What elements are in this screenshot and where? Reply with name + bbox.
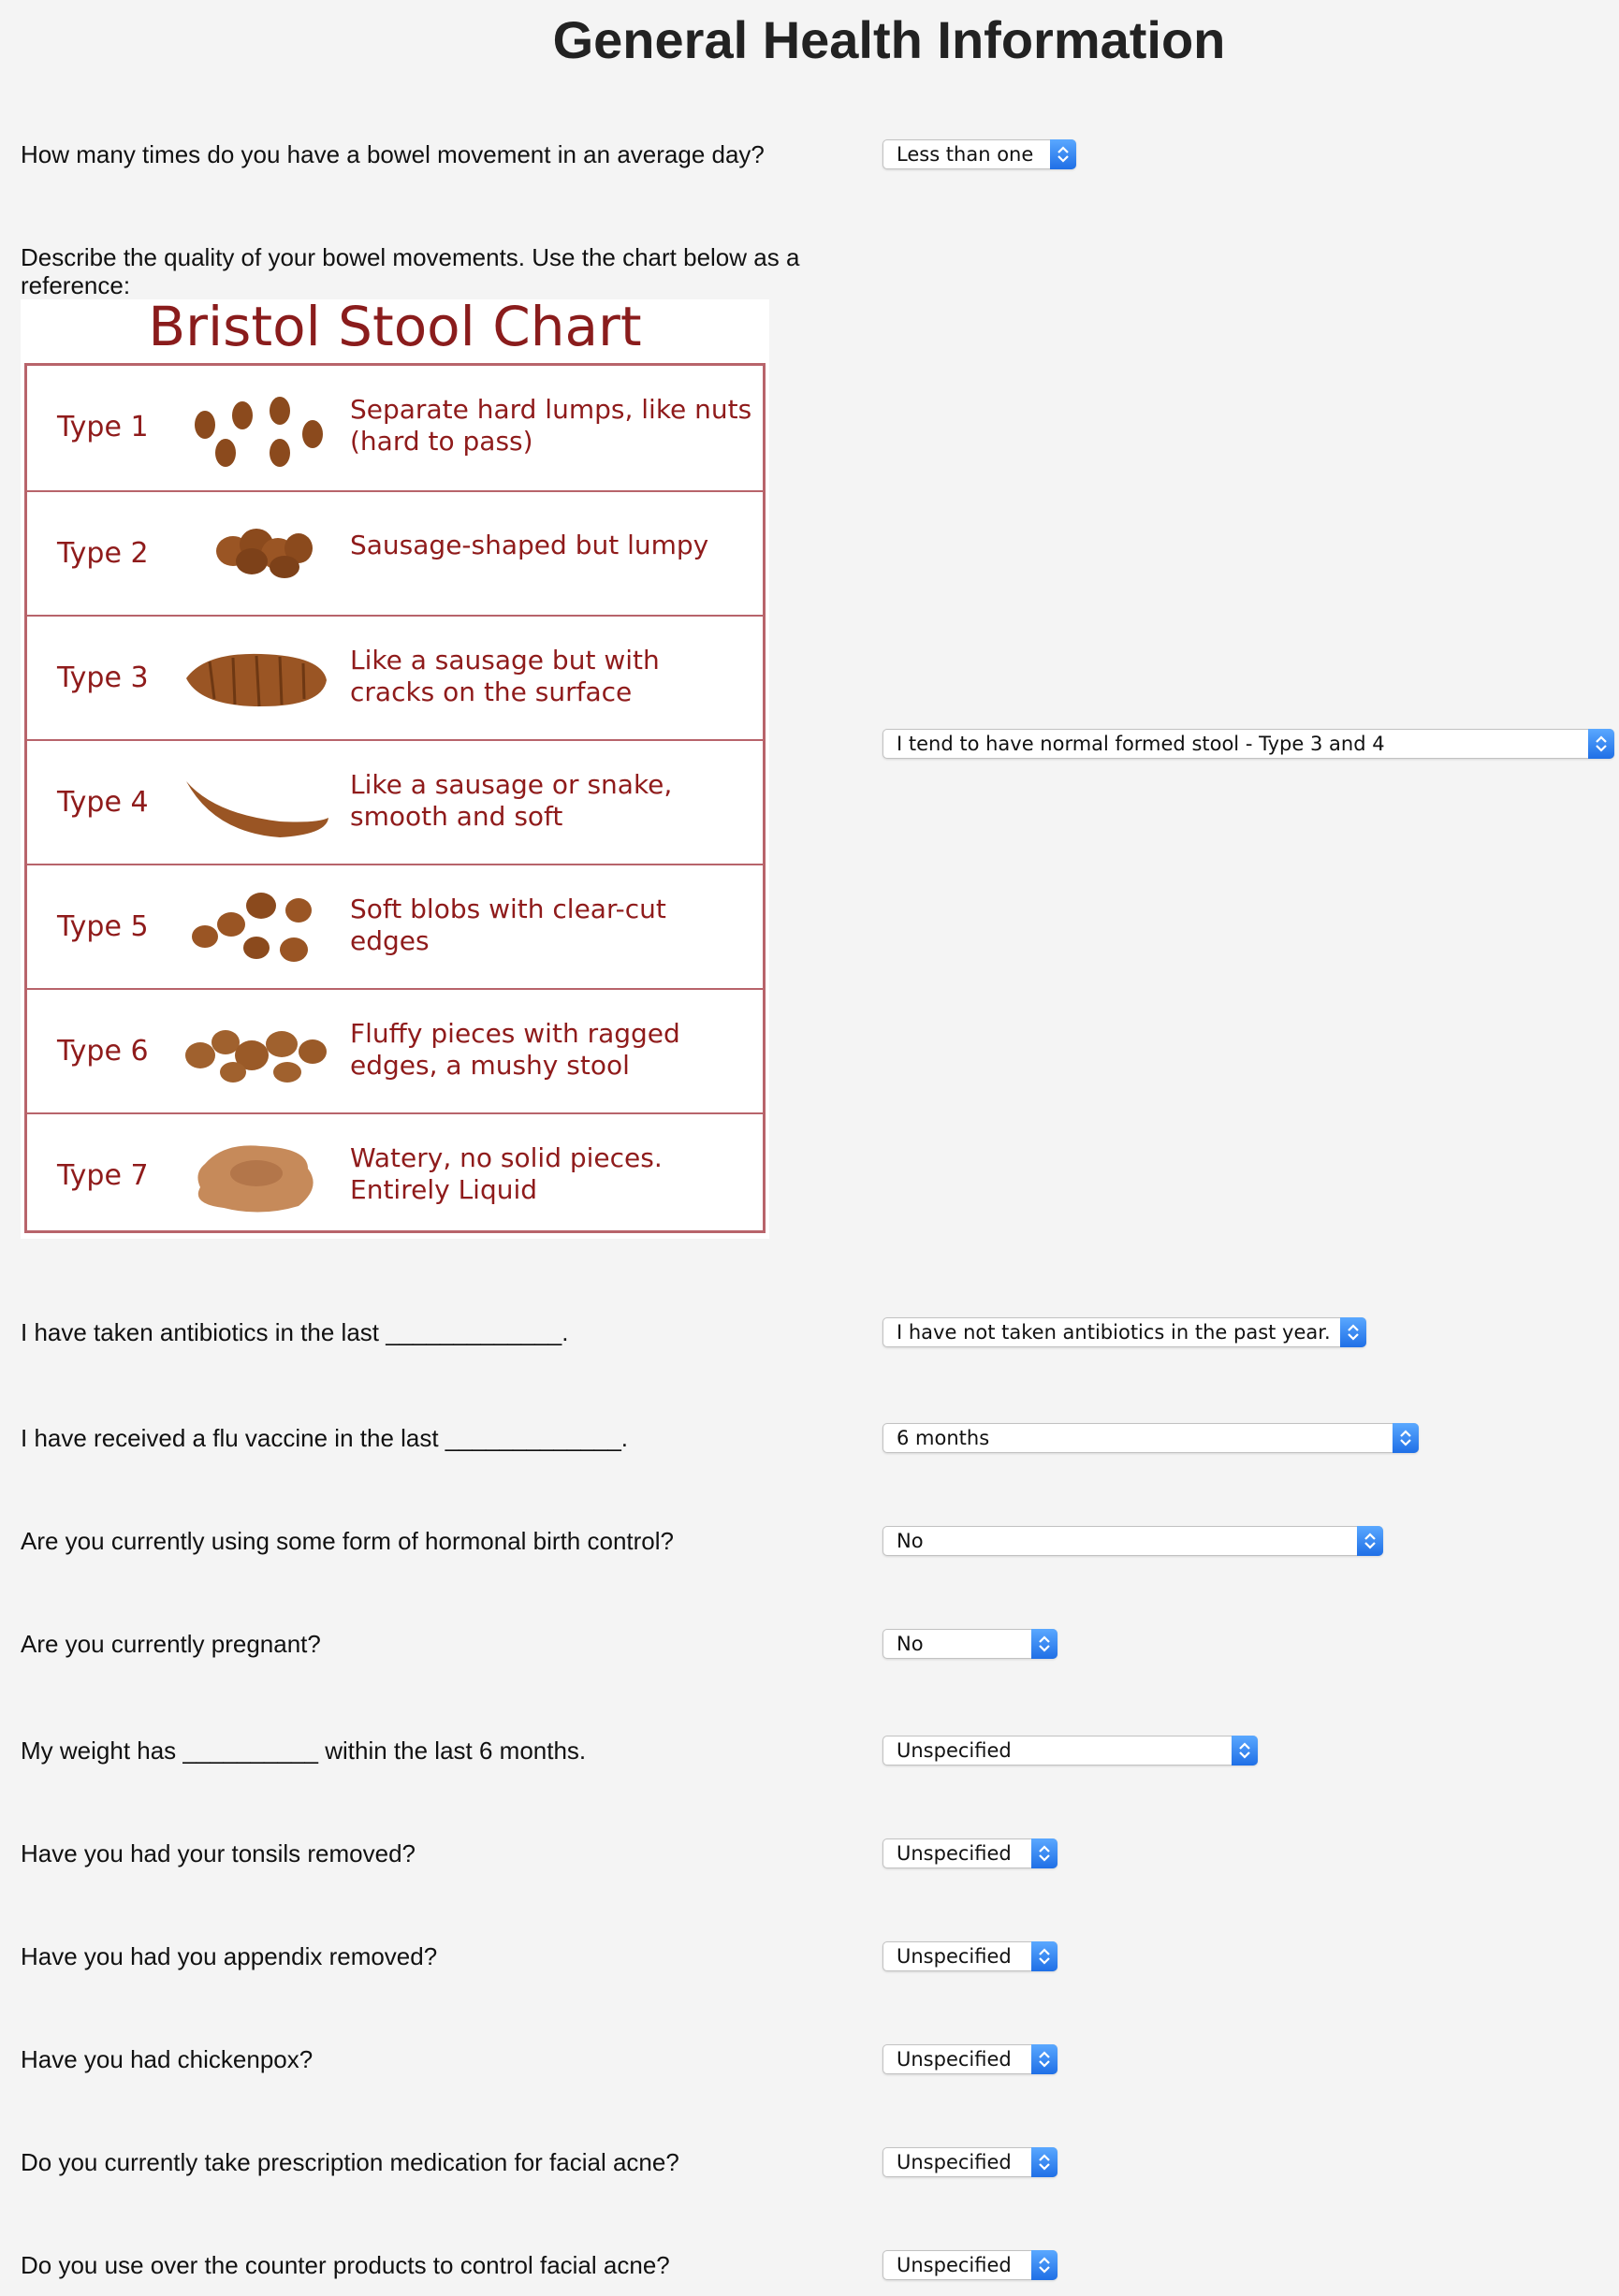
type-desc-line-1: Soft blobs with clear-cut: [350, 894, 666, 924]
type-label: Type 6: [57, 1035, 149, 1068]
type-desc-line-2: (hard to pass): [350, 426, 533, 457]
select-updown-icon: [1031, 2147, 1057, 2177]
type-label: Type 2: [57, 537, 149, 570]
question-bowel-count-label: How many times do you have a bowel movem…: [21, 140, 765, 168]
tonsils-selected-value: Unspecified: [897, 1842, 1012, 1865]
stool-type-3-image: [186, 653, 327, 707]
type-desc-line-2: smooth and soft: [350, 801, 563, 832]
stool-type-6-image: [185, 1030, 327, 1083]
type-desc-line-2: cracks on the surface: [350, 676, 633, 707]
bowel-count-selected-value: Less than one: [897, 143, 1034, 166]
chart-title: Bristol Stool Chart: [148, 295, 642, 358]
bowel-quality-selected-value: I tend to have normal formed stool - Typ…: [897, 733, 1385, 755]
type-desc-line-2: edges: [350, 925, 430, 956]
type-desc-line-1: Like a sausage but with: [350, 645, 660, 676]
stool-type-5-image: [192, 893, 312, 962]
question-chickenpox-label: Have you had chickenpox?: [21, 2045, 314, 2073]
question-antibiotics-label: I have taken antibiotics in the last ___…: [21, 1318, 569, 1346]
chickenpox-select[interactable]: Unspecified: [882, 2044, 1057, 2074]
stool-type-7-image: [197, 1145, 314, 1213]
question-acne-otc-label: Do you use over the counter products to …: [21, 2251, 670, 2279]
question-birth-control-label: Are you currently using some form of hor…: [21, 1527, 674, 1555]
bowel-count-select[interactable]: Less than one: [882, 139, 1076, 169]
select-updown-icon: [1031, 1629, 1057, 1659]
tonsils-select[interactable]: Unspecified: [882, 1838, 1057, 1868]
chickenpox-selected-value: Unspecified: [897, 2048, 1012, 2071]
question-appendix-label: Have you had you appendix removed?: [21, 1942, 438, 1970]
select-updown-icon: [1232, 1736, 1258, 1766]
acne-otc-selected-value: Unspecified: [897, 2254, 1012, 2276]
type-desc-line-1: Sausage-shaped but lumpy: [350, 530, 709, 560]
appendix-select[interactable]: Unspecified: [882, 1941, 1057, 1971]
type-label: Type 5: [57, 910, 149, 943]
select-updown-icon: [1031, 1941, 1057, 1971]
chart-row-type-2: Type 2 Sausage-shaped but lumpy: [27, 490, 763, 615]
type-label: Type 7: [57, 1159, 149, 1192]
chart-row-type-6: Type 6 Fluffy pieces with ragged edges, …: [27, 988, 763, 1112]
weight-select[interactable]: Unspecified: [882, 1736, 1258, 1766]
type-label: Type 3: [57, 661, 149, 694]
select-updown-icon: [1031, 2250, 1057, 2280]
stool-type-1-image: [195, 397, 323, 467]
pregnant-select[interactable]: No: [882, 1629, 1057, 1659]
acne-rx-select[interactable]: Unspecified: [882, 2147, 1057, 2177]
type-label: Type 1: [57, 411, 149, 443]
type-desc-line-1: Like a sausage or snake,: [350, 769, 673, 800]
bristol-stool-chart: Bristol Stool Chart Type 1 Separate hard…: [21, 299, 769, 1239]
question-bowel-quality-label: Describe the quality of your bowel movem…: [21, 243, 800, 299]
question-flu-vaccine-label: I have received a flu vaccine in the las…: [21, 1424, 629, 1452]
question-weight-label: My weight has __________ within the last…: [21, 1737, 587, 1765]
question-acne-rx-label: Do you currently take prescription medic…: [21, 2148, 679, 2176]
bowel-quality-select[interactable]: I tend to have normal formed stool - Typ…: [882, 729, 1614, 759]
birth-control-selected-value: No: [897, 1530, 924, 1552]
antibiotics-selected-value: I have not taken antibiotics in the past…: [897, 1321, 1331, 1344]
acne-otc-select[interactable]: Unspecified: [882, 2250, 1057, 2280]
antibiotics-select[interactable]: I have not taken antibiotics in the past…: [882, 1317, 1366, 1347]
chart-row-type-3: Type 3 Like a sausage but with cracks on…: [27, 615, 763, 739]
birth-control-select[interactable]: No: [882, 1526, 1383, 1556]
type-label: Type 4: [57, 786, 149, 819]
select-updown-icon: [1357, 1526, 1383, 1556]
appendix-selected-value: Unspecified: [897, 1945, 1012, 1968]
chart-table: Type 1 Separate hard lumps, like nuts (h…: [24, 363, 766, 1233]
select-updown-icon: [1340, 1317, 1366, 1347]
acne-rx-selected-value: Unspecified: [897, 2151, 1012, 2173]
flu-vaccine-select[interactable]: 6 months: [882, 1423, 1419, 1453]
select-updown-icon: [1031, 1838, 1057, 1868]
type-desc-line-1: Watery, no solid pieces.: [350, 1142, 663, 1173]
chart-row-type-5: Type 5 Soft blobs with clear-cut edges: [27, 864, 763, 988]
flu-vaccine-selected-value: 6 months: [897, 1427, 990, 1449]
weight-selected-value: Unspecified: [897, 1739, 1012, 1762]
type-desc-line-2: edges, a mushy stool: [350, 1050, 630, 1081]
select-updown-icon: [1050, 139, 1076, 169]
stool-type-4-image: [186, 781, 328, 837]
select-updown-icon: [1588, 729, 1614, 759]
pregnant-selected-value: No: [897, 1633, 924, 1655]
type-desc-line-2: Entirely Liquid: [350, 1174, 538, 1205]
question-pregnant-label: Are you currently pregnant?: [21, 1630, 321, 1658]
stool-type-2-image: [216, 529, 313, 578]
type-desc-line-1: Separate hard lumps, like nuts: [350, 394, 752, 425]
type-desc-line-1: Fluffy pieces with ragged: [350, 1018, 680, 1049]
chart-row-type-1: Type 1 Separate hard lumps, like nuts (h…: [27, 366, 763, 490]
chart-row-type-7: Type 7 Watery, no solid pieces. Entirely…: [27, 1112, 763, 1237]
question-tonsils-label: Have you had your tonsils removed?: [21, 1839, 416, 1867]
select-updown-icon: [1393, 1423, 1419, 1453]
chart-row-type-4: Type 4 Like a sausage or snake, smooth a…: [27, 739, 763, 864]
select-updown-icon: [1031, 2044, 1057, 2074]
page-title: General Health Information: [552, 10, 1226, 69]
